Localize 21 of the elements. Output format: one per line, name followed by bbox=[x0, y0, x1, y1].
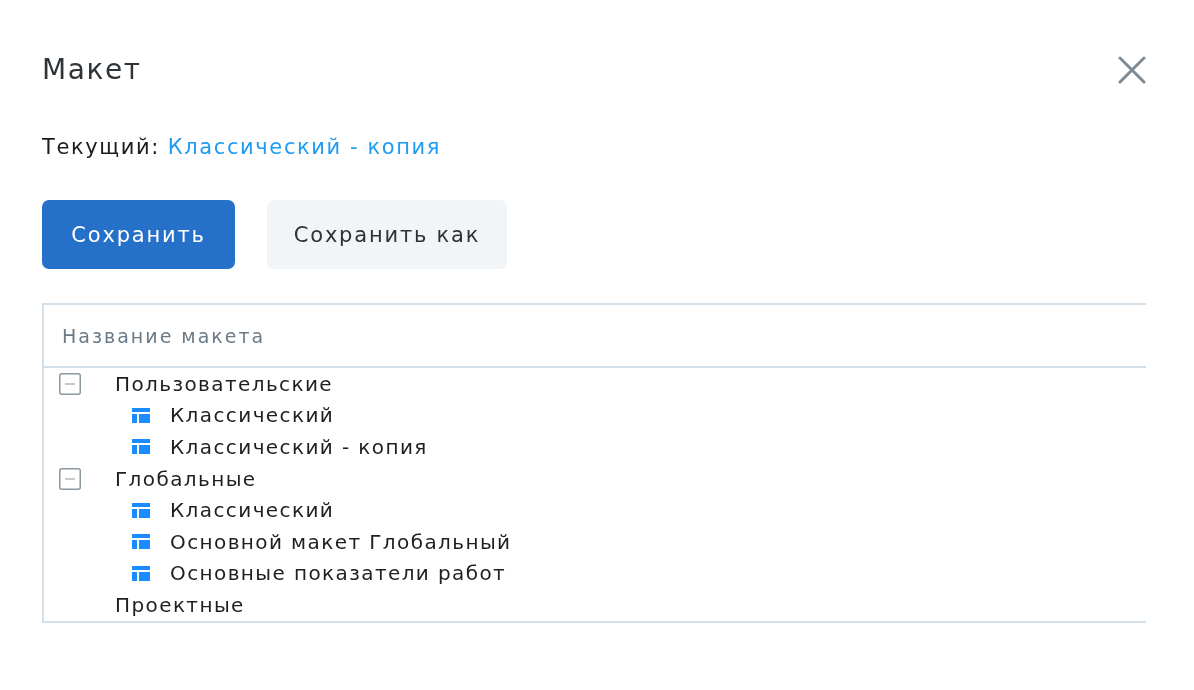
tree-item[interactable]: Классический - копия bbox=[170, 435, 428, 459]
tree-group[interactable]: Пользовательские bbox=[115, 371, 334, 396]
collapse-icon[interactable] bbox=[59, 372, 81, 395]
tree-item[interactable]: Классический bbox=[170, 403, 335, 428]
collapse-icon[interactable] bbox=[59, 467, 81, 490]
tree-item[interactable]: Основной макет Глобальный bbox=[170, 529, 512, 554]
table-icon bbox=[132, 565, 150, 581]
save-as-button[interactable]: Сохранить как bbox=[267, 200, 507, 269]
save-button[interactable]: Сохранить bbox=[42, 200, 235, 269]
close-icon[interactable] bbox=[1118, 56, 1146, 84]
tree-group[interactable]: Проектные bbox=[115, 592, 245, 617]
tree-item[interactable]: Классический bbox=[170, 498, 335, 523]
dialog-title: Макет bbox=[42, 52, 142, 88]
table-icon bbox=[132, 502, 150, 518]
current-label: Текущий: bbox=[42, 134, 160, 160]
table-icon bbox=[132, 407, 150, 423]
table-icon bbox=[132, 534, 150, 550]
tree-item[interactable]: Основные показатели работ bbox=[170, 561, 507, 586]
column-header[interactable]: Название макета bbox=[62, 324, 266, 347]
tree-group[interactable]: Глобальные bbox=[115, 466, 257, 491]
table-icon bbox=[132, 439, 150, 455]
